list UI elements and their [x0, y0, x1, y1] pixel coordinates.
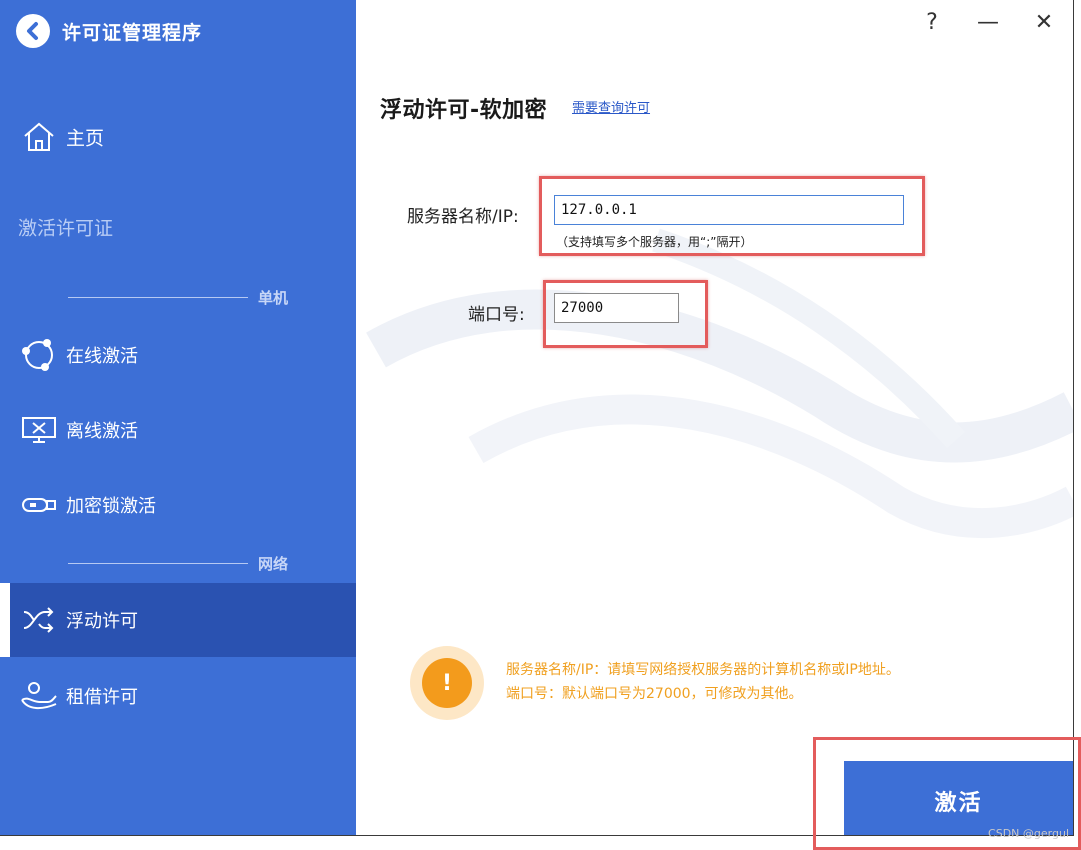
section-divider-single: 单机	[68, 287, 296, 307]
sidebar-item-label: 主页	[66, 127, 105, 150]
sidebar-item-label: 浮动许可	[66, 611, 138, 632]
port-label: 端口号:	[468, 305, 525, 325]
app-header: 许可证管理程序	[16, 12, 202, 50]
warning-icon-glyph: !	[422, 658, 472, 708]
back-button[interactable]	[16, 14, 50, 48]
main-panel: ? — ✕ 浮动许可-软加密 需要查询许可 服务器名称/IP: 127.0.0.…	[356, 0, 1073, 835]
sidebar-item-rental-license[interactable]: 租借许可	[0, 659, 356, 733]
page-title: 浮动许可-软加密	[380, 98, 548, 123]
divider-line	[68, 562, 248, 564]
usb-dongle-icon	[20, 486, 58, 524]
shuffle-icon	[20, 601, 58, 639]
home-icon	[20, 118, 58, 156]
query-license-link[interactable]: 需要查询许可	[572, 97, 650, 116]
selected-indicator	[0, 583, 10, 657]
app-title: 许可证管理程序	[62, 21, 203, 44]
highlight-box-server	[539, 176, 925, 256]
app-window: 许可证管理程序 主页 激活许可证 单机 在线激活 离线激活 加密锁激活 网络 浮…	[0, 0, 1074, 836]
sidebar-heading-activate: 激活许可证	[0, 190, 356, 264]
sidebar-item-home[interactable]: 主页	[0, 100, 356, 174]
monitor-icon	[20, 411, 58, 449]
server-label: 服务器名称/IP:	[407, 207, 519, 227]
help-button[interactable]: ?	[921, 10, 943, 35]
sidebar-item-label: 在线激活	[66, 346, 138, 367]
sidebar: 许可证管理程序 主页 激活许可证 单机 在线激活 离线激活 加密锁激活 网络 浮…	[0, 0, 356, 835]
warning-icon: !	[410, 646, 484, 720]
sidebar-item-label: 离线激活	[66, 421, 138, 442]
sidebar-item-offline-activation[interactable]: 离线激活	[0, 393, 356, 467]
window-controls: ? — ✕	[921, 10, 1055, 35]
hand-user-icon	[20, 677, 58, 715]
section-label: 单机	[258, 288, 289, 307]
divider-line	[68, 296, 248, 298]
info-text-server: 服务器名称/IP：请填写网络授权服务器的计算机名称或IP地址。	[506, 662, 900, 678]
section-label: 网络	[258, 554, 289, 573]
online-network-icon	[20, 336, 58, 374]
chevron-left-icon	[27, 22, 38, 40]
watermark: CSDN @gergul	[988, 827, 1069, 840]
section-divider-network: 网络	[68, 553, 296, 573]
close-button[interactable]: ✕	[1033, 10, 1055, 35]
sidebar-item-label: 加密锁激活	[66, 496, 156, 517]
highlight-box-port	[543, 280, 708, 348]
info-text-port: 端口号：默认端口号为27000，可修改为其他。	[506, 686, 803, 702]
sidebar-item-label: 租借许可	[66, 687, 138, 708]
sidebar-item-dongle-activation[interactable]: 加密锁激活	[0, 468, 356, 542]
sidebar-item-floating-license[interactable]: 浮动许可	[0, 583, 356, 657]
sidebar-item-online-activation[interactable]: 在线激活	[0, 318, 356, 392]
minimize-button[interactable]: —	[977, 10, 999, 35]
sidebar-heading-label: 激活许可证	[18, 217, 114, 240]
